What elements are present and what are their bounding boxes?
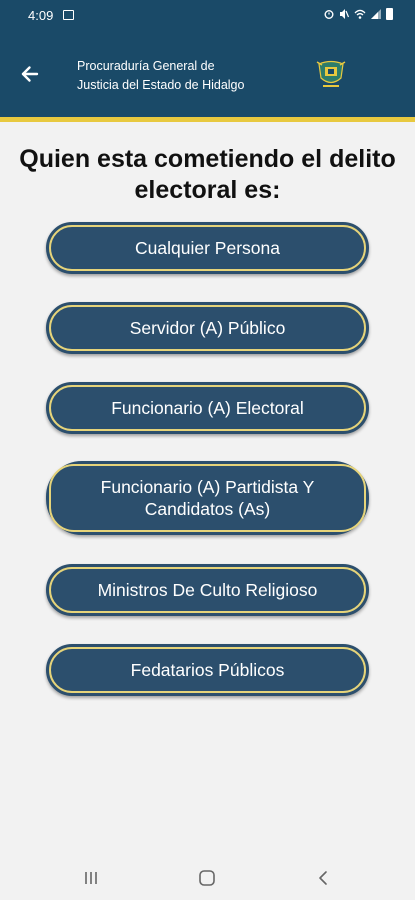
system-nav-bar <box>0 855 415 900</box>
option-label: Funcionario (A) Electoral <box>111 398 304 418</box>
option-funcionario-electoral-button[interactable]: Funcionario (A) Electoral <box>46 382 369 434</box>
recent-apps-button[interactable] <box>76 867 106 889</box>
alarm-icon <box>324 10 334 19</box>
status-icons <box>324 8 393 20</box>
status-time: 4:09 <box>28 8 54 23</box>
option-label: Funcionario (A) Partidista Y Candidatos … <box>100 477 315 519</box>
option-label: Fedatarios Públicos <box>130 660 285 680</box>
option-ministros-culto-button[interactable]: Ministros De Culto Religioso <box>46 564 369 616</box>
home-icon <box>199 870 215 886</box>
nav-back-button[interactable] <box>308 867 338 889</box>
app-title-line-1: Procuraduría General de <box>77 59 215 73</box>
page-title-line-1: Quien esta cometiendo el delito <box>19 145 396 173</box>
mute-icon <box>340 9 349 19</box>
coat-of-arms-icon <box>316 60 346 87</box>
option-label: Ministros De Culto Religioso <box>97 580 318 600</box>
page-title: Quien esta cometiendo el delito electora… <box>0 144 415 206</box>
page-title-line-2: electoral es: <box>134 176 281 204</box>
option-funcionario-partidista-button[interactable]: Funcionario (A) Partidista Y Candidatos … <box>46 461 369 535</box>
status-bar: 4:09 <box>0 0 415 34</box>
app-title: Procuraduría General de Justicia del Est… <box>77 57 297 95</box>
option-fedatarios-publicos-button[interactable]: Fedatarios Públicos <box>46 644 369 696</box>
option-label: Servidor (A) Público <box>129 318 286 338</box>
app-title-line-2: Justicia del Estado de Hidalgo <box>77 78 245 92</box>
screen: 4:09 Procuraduría General de Justicia de… <box>0 0 415 900</box>
back-icon <box>319 871 327 885</box>
wifi-icon <box>354 9 366 19</box>
app-bar: Procuraduría General de Justicia del Est… <box>0 34 415 117</box>
image-icon <box>63 10 74 20</box>
home-button[interactable] <box>192 867 222 889</box>
back-button[interactable] <box>14 58 46 90</box>
header-accent-stripe <box>0 117 415 122</box>
recent-apps-icon <box>85 872 97 884</box>
option-cualquier-persona-button[interactable]: Cualquier Persona <box>46 222 369 274</box>
option-servidor-publico-button[interactable]: Servidor (A) Público <box>46 302 369 354</box>
arrow-left-icon <box>21 66 39 82</box>
option-label: Cualquier Persona <box>135 238 280 258</box>
signal-icon <box>371 9 381 19</box>
battery-icon <box>386 8 393 20</box>
